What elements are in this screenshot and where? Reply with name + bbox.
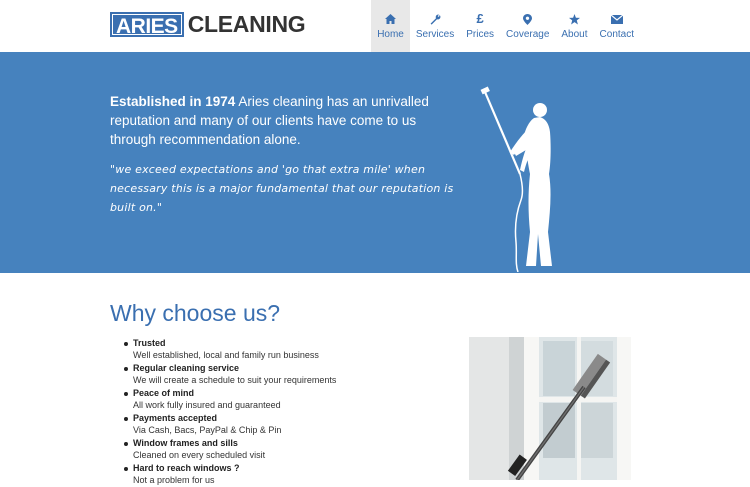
- hero-banner: Established in 1974 Aries cleaning has a…: [0, 52, 750, 273]
- envelope-icon: [610, 12, 623, 26]
- list-item: Hard to reach windows ? Not a problem fo…: [124, 462, 444, 486]
- feature-title: Regular cleaning service: [133, 363, 240, 373]
- nav-label: Contact: [599, 29, 634, 40]
- list-item: Peace of mind All work fully insured and…: [124, 387, 444, 411]
- map-pin-icon: [523, 12, 533, 26]
- list-item: Window frames and sills Cleaned on every…: [124, 437, 444, 461]
- feature-desc: Via Cash, Bacs, PayPal & Chip & Pin: [133, 425, 282, 435]
- hero-intro-bold: Established in 1974: [110, 94, 236, 109]
- feature-desc: Cleaned on every scheduled visit: [133, 450, 266, 460]
- feature-title: Hard to reach windows ?: [133, 463, 240, 473]
- window-cleaner-silhouette: [480, 86, 552, 272]
- why-choose-us-heading: Why choose us?: [110, 300, 281, 326]
- hero-quote: "we exceed expectations and 'go that ext…: [110, 163, 454, 214]
- features-list: Trusted Well established, local and fami…: [124, 337, 444, 487]
- nav-item-about[interactable]: About: [555, 0, 593, 52]
- nav-item-prices[interactable]: £ Prices: [460, 0, 500, 52]
- feature-desc: We will create a schedule to suit your r…: [133, 375, 337, 385]
- site-header: ARIES CLEANING Home Services £ Prices Co…: [0, 0, 750, 52]
- nav-label: About: [561, 29, 588, 40]
- nav-item-home[interactable]: Home: [371, 0, 410, 52]
- nav-item-contact[interactable]: Contact: [594, 0, 640, 52]
- wrench-icon: [430, 12, 441, 26]
- star-icon: [568, 12, 580, 26]
- home-icon: [385, 12, 397, 26]
- feature-title: Window frames and sills: [133, 438, 238, 448]
- feature-title: Peace of mind: [133, 388, 195, 398]
- logo-text: CLEANING: [187, 11, 306, 37]
- feature-desc: All work fully insured and guaranteed: [133, 400, 281, 410]
- feature-title: Trusted: [133, 338, 166, 348]
- list-item: Trusted Well established, local and fami…: [124, 337, 444, 361]
- nav-label: Services: [415, 29, 455, 40]
- nav-item-coverage[interactable]: Coverage: [500, 0, 555, 52]
- nav-label: Coverage: [506, 29, 550, 40]
- list-item: Payments accepted Via Cash, Bacs, PayPal…: [124, 412, 444, 436]
- feature-desc: Well established, local and family run b…: [133, 350, 319, 360]
- nav-label: Home: [377, 29, 404, 40]
- main-nav: Home Services £ Prices Coverage About Co…: [371, 0, 640, 52]
- list-item: Regular cleaning service We will create …: [124, 362, 444, 386]
- nav-label: Prices: [466, 29, 495, 40]
- pound-icon: £: [476, 11, 484, 26]
- nav-item-services[interactable]: Services: [410, 0, 460, 52]
- window-cleaning-photo: [469, 337, 631, 480]
- logo-box-text: ARIES: [110, 12, 184, 38]
- hero-intro: Established in 1974 Aries cleaning has a…: [110, 92, 440, 149]
- feature-title: Payments accepted: [133, 413, 218, 423]
- feature-desc: Not a problem for us: [133, 475, 215, 485]
- logo[interactable]: ARIES CLEANING: [110, 11, 306, 38]
